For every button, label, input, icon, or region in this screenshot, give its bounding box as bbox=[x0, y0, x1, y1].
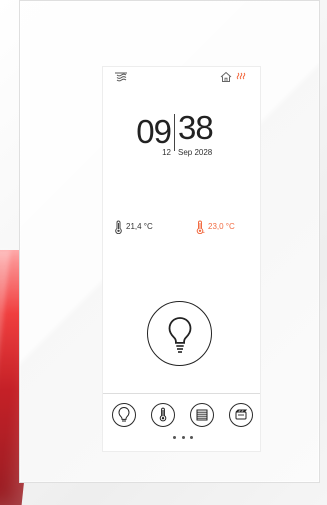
page-dot-2 bbox=[181, 435, 185, 439]
home-icon[interactable] bbox=[219, 71, 233, 83]
clock-display: 09 38 12 Sep 2028 bbox=[125, 110, 241, 172]
page-dot-1 bbox=[173, 435, 176, 439]
thermometer-icon bbox=[159, 407, 167, 422]
setpoint-temperature[interactable]: 23,0 °C bbox=[195, 217, 235, 237]
page-dot-3 bbox=[190, 435, 193, 439]
setpoint-thermometer-icon bbox=[195, 220, 205, 234]
nav-scene-button[interactable] bbox=[229, 403, 253, 427]
light-bulb-icon bbox=[118, 406, 130, 422]
ventilation-icon[interactable] bbox=[114, 71, 128, 83]
status-bar bbox=[103, 67, 260, 85]
clock-month-year: Sep 2028 bbox=[178, 148, 213, 157]
clock-day: 12 bbox=[162, 148, 171, 157]
blind-icon bbox=[196, 409, 208, 421]
nav-light-button[interactable] bbox=[112, 403, 136, 427]
page-indicator bbox=[173, 435, 193, 439]
setpoint-temperature-value: 23,0 °C bbox=[208, 222, 235, 231]
nav-thermometer-button[interactable] bbox=[151, 403, 175, 427]
indoor-temperature-value: 21,4 °C bbox=[126, 222, 153, 231]
heating-wave-icon[interactable] bbox=[235, 71, 249, 83]
clock-hour: 09 bbox=[136, 113, 172, 150]
bottom-nav-divider bbox=[103, 393, 260, 394]
nav-blind-button[interactable] bbox=[190, 403, 214, 427]
clock-divider bbox=[174, 114, 175, 151]
touch-screen: 09 38 12 Sep 2028 21,4 °C 23,0 °C bbox=[102, 66, 261, 452]
scene-icon bbox=[235, 409, 248, 420]
light-bulb-icon bbox=[168, 316, 191, 353]
thermometer-icon bbox=[113, 220, 123, 234]
temperature-row: 21,4 °C 23,0 °C bbox=[113, 217, 253, 237]
bottom-navigation bbox=[110, 403, 256, 433]
main-light-button[interactable] bbox=[147, 301, 212, 366]
clock-minute: 38 bbox=[178, 109, 214, 146]
device-render: 09 38 12 Sep 2028 21,4 °C 23,0 °C bbox=[0, 0, 327, 505]
indoor-temperature[interactable]: 21,4 °C bbox=[113, 217, 153, 237]
